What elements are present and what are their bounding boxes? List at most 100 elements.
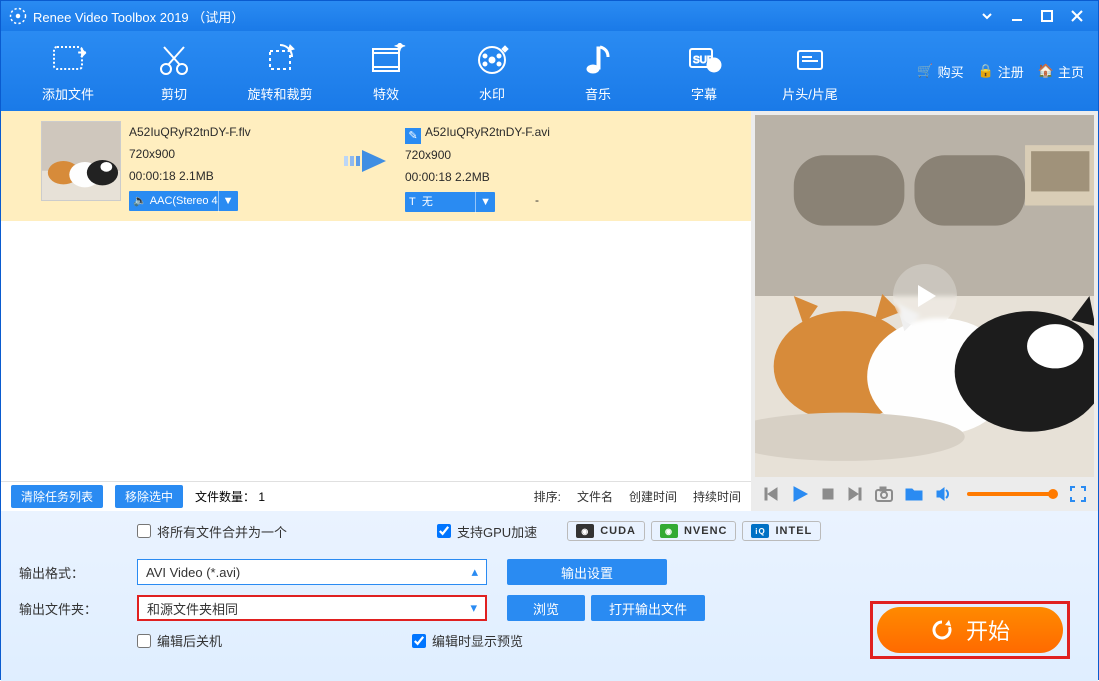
next-button[interactable]: [847, 486, 863, 502]
fullscreen-button[interactable]: [1070, 486, 1086, 502]
close-button[interactable]: [1064, 6, 1090, 26]
tool-label: 添加文件: [42, 84, 94, 103]
input-filename: A52IuQRyR2tnDY-F.flv: [129, 121, 329, 143]
cut-icon: [154, 40, 194, 80]
tool-watermark[interactable]: 水印: [439, 40, 545, 103]
arrow-icon: [337, 121, 397, 201]
svg-text:✦: ✦: [394, 43, 406, 54]
watermark-icon: [472, 40, 512, 80]
preview-checkbox[interactable]: 编辑时显示预览: [412, 631, 523, 650]
remove-selected-button[interactable]: 移除选中: [115, 485, 183, 508]
sort-by-name[interactable]: 文件名: [577, 488, 613, 505]
home-icon: 🏠: [1038, 63, 1054, 79]
speaker-icon: 🔈: [133, 190, 147, 212]
chevron-down-icon: ▼: [218, 190, 234, 212]
edit-icon: ✎: [405, 128, 421, 144]
input-resolution: 720x900: [129, 143, 329, 165]
tool-intro-outro[interactable]: 片头/片尾: [757, 40, 863, 103]
chevron-down-icon: ▼: [475, 191, 491, 213]
rotate-icon: [260, 40, 300, 80]
video-preview[interactable]: [755, 115, 1094, 477]
start-button-highlight: 开始: [870, 601, 1070, 659]
svg-text:T: T: [711, 61, 717, 72]
open-output-button[interactable]: 打开输出文件: [591, 595, 705, 621]
tool-label: 音乐: [585, 84, 611, 103]
subtitle-extra: -: [535, 189, 539, 211]
tool-label: 特效: [373, 84, 399, 103]
tool-subtitle[interactable]: SUBT 字幕: [651, 40, 757, 103]
tool-label: 片头/片尾: [782, 84, 838, 103]
tool-cut[interactable]: 剪切: [121, 40, 227, 103]
tool-add-file[interactable]: + 添加文件: [15, 40, 121, 103]
titlebar: Renee Video Toolbox 2019 （试用）: [1, 1, 1098, 31]
file-count-label: 文件数量： 1: [195, 488, 265, 505]
cart-icon: 🛒: [917, 63, 933, 79]
tool-rotate-crop[interactable]: 旋转和裁剪: [227, 40, 333, 103]
subtitle-track-dropdown[interactable]: T 无▼: [405, 192, 495, 212]
menu-dropdown-icon[interactable]: [974, 6, 1000, 26]
app-logo-icon: [9, 7, 27, 25]
output-folder-select[interactable]: 和源文件夹相同▾: [137, 595, 487, 621]
main-area: A52IuQRyR2tnDY-F.flv 720x900 00:00:18 2.…: [1, 111, 1098, 511]
maximize-button[interactable]: [1034, 6, 1060, 26]
intel-badge: iQINTEL: [742, 521, 821, 541]
output-format-select[interactable]: AVI Video (*.avi)▴: [137, 559, 487, 585]
output-filename: A52IuQRyR2tnDY-F.avi: [425, 125, 550, 139]
sort-label: 排序:: [534, 488, 561, 505]
output-format-label: 输出格式：: [19, 563, 137, 582]
tool-label: 水印: [479, 84, 505, 103]
output-resolution: 720x900: [405, 144, 625, 166]
main-toolbar: + 添加文件 剪切 旋转和裁剪 ✦ 特效 水印 音乐 SUBT 字幕 片头/片尾…: [1, 31, 1098, 111]
buy-link[interactable]: 🛒购买: [917, 62, 963, 81]
sort-by-duration[interactable]: 持续时间: [693, 488, 741, 505]
tool-label: 剪切: [161, 84, 187, 103]
play-button[interactable]: [791, 485, 809, 503]
register-link[interactable]: 🔒注册: [978, 62, 1024, 81]
merge-checkbox[interactable]: 将所有文件合并为一个: [137, 522, 287, 541]
title-icon: [790, 40, 830, 80]
sort-by-ctime[interactable]: 创建时间: [629, 488, 677, 505]
snapshot-button[interactable]: [875, 486, 893, 502]
stop-button[interactable]: [821, 487, 835, 501]
input-file-info: A52IuQRyR2tnDY-F.flv 720x900 00:00:18 2.…: [129, 121, 329, 211]
nvenc-badge: ◉NVENC: [651, 521, 737, 541]
tool-label: 字幕: [691, 84, 717, 103]
file-thumbnail: [41, 121, 121, 201]
gpu-badges: ◉CUDA ◉NVENC iQINTEL: [567, 521, 821, 541]
refresh-icon: [930, 618, 954, 642]
browse-button[interactable]: 浏览: [507, 595, 585, 621]
open-folder-button[interactable]: [905, 486, 923, 502]
output-settings-panel: 将所有文件合并为一个 支持GPU加速 ◉CUDA ◉NVENC iQINTEL …: [1, 511, 1098, 681]
lock-icon: 🔒: [978, 63, 994, 79]
player-controls: [751, 477, 1098, 511]
preview-pane: [751, 111, 1098, 511]
addfile-icon: +: [48, 40, 88, 80]
start-button[interactable]: 开始: [877, 607, 1063, 653]
volume-button[interactable]: [935, 486, 951, 502]
subtitle-icon: SUBT: [684, 40, 724, 80]
list-action-bar: 清除任务列表 移除选中 文件数量： 1 排序: 文件名 创建时间 持续时间: [1, 481, 751, 511]
output-settings-button[interactable]: 输出设置: [507, 559, 667, 585]
output-duration-size: 00:00:18 2.2MB: [405, 166, 625, 188]
prev-button[interactable]: [763, 486, 779, 502]
output-folder-label: 输出文件夹：: [19, 599, 137, 618]
gpu-checkbox[interactable]: 支持GPU加速: [437, 522, 537, 541]
shutdown-checkbox[interactable]: 编辑后关机: [137, 631, 222, 650]
output-file-info: ✎ A52IuQRyR2tnDY-F.avi 720x900 00:00:18 2…: [405, 121, 625, 212]
input-duration-size: 00:00:18 2.1MB: [129, 165, 329, 187]
cuda-badge: ◉CUDA: [567, 521, 645, 541]
tool-music[interactable]: 音乐: [545, 40, 651, 103]
tool-effects[interactable]: ✦ 特效: [333, 40, 439, 103]
music-icon: [578, 40, 618, 80]
volume-slider[interactable]: [967, 492, 1054, 496]
home-link[interactable]: 🏠主页: [1038, 62, 1084, 81]
app-title: Renee Video Toolbox 2019 （试用）: [33, 7, 244, 26]
minimize-button[interactable]: [1004, 6, 1030, 26]
file-row[interactable]: A52IuQRyR2tnDY-F.flv 720x900 00:00:18 2.…: [1, 111, 751, 221]
audio-codec-dropdown[interactable]: 🔈 AAC(Stereo 4▼: [129, 191, 238, 211]
fx-icon: ✦: [366, 40, 406, 80]
play-overlay-icon[interactable]: [893, 264, 957, 328]
file-list-pane: A52IuQRyR2tnDY-F.flv 720x900 00:00:18 2.…: [1, 111, 751, 511]
clear-list-button[interactable]: 清除任务列表: [11, 485, 103, 508]
tool-label: 旋转和裁剪: [247, 84, 312, 103]
